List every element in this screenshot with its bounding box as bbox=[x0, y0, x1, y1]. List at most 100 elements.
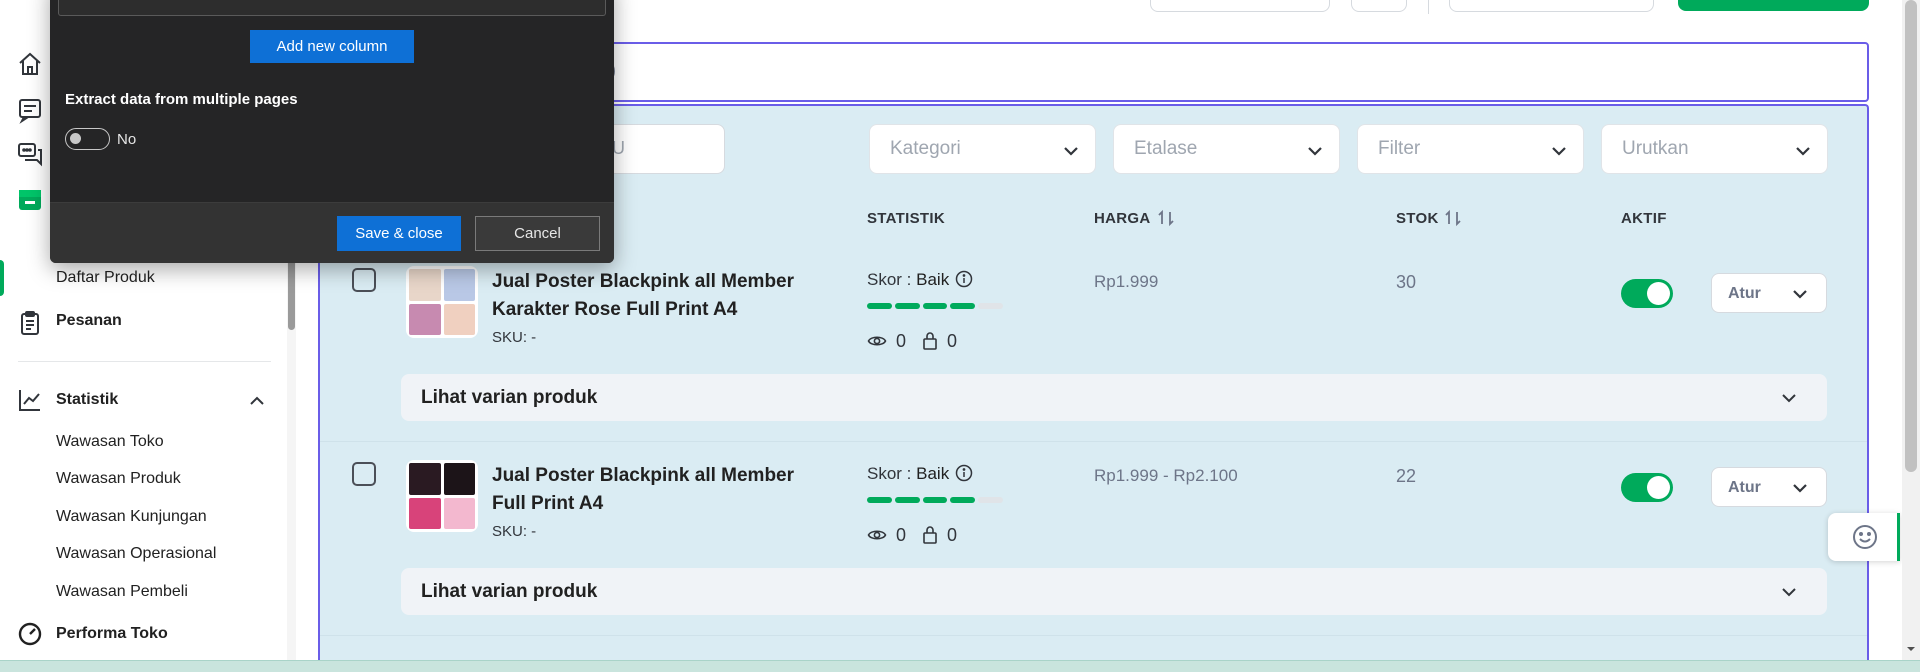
row-separator bbox=[320, 635, 1867, 636]
store-icon[interactable] bbox=[16, 186, 44, 214]
sidebar-item-pesanan[interactable]: Pesanan bbox=[56, 312, 122, 330]
product-stock[interactable]: 22 bbox=[1396, 466, 1416, 487]
urutkan-dropdown[interactable]: Urutkan bbox=[1601, 124, 1828, 174]
kategori-dropdown[interactable]: Kategori bbox=[869, 124, 1096, 174]
column-header-harga[interactable]: HARGA bbox=[1094, 210, 1151, 227]
sidebar-item-wawasan-pembeli[interactable]: Wawasan Pembeli bbox=[56, 583, 188, 601]
extract-multiple-pages-label: Extract data from multiple pages bbox=[65, 91, 298, 108]
chart-icon bbox=[19, 390, 40, 411]
atur-label: Atur bbox=[1728, 479, 1761, 496]
product-price[interactable]: Rp1.999 - Rp2.100 bbox=[1094, 466, 1238, 486]
home-icon[interactable] bbox=[16, 50, 44, 78]
variant-expander[interactable]: Lihat varian produk bbox=[401, 374, 1827, 421]
column-header-aktif: AKTIF bbox=[1621, 210, 1667, 227]
score-text: Skor : Baik bbox=[867, 464, 950, 483]
dropdown-label: Filter bbox=[1378, 138, 1421, 159]
dialog-footer: Save & close Cancel bbox=[50, 202, 614, 263]
sidebar-item-wawasan-toko[interactable]: Wawasan Toko bbox=[56, 433, 164, 451]
eye-icon bbox=[867, 530, 887, 540]
multi-page-toggle-label: No bbox=[117, 131, 137, 148]
filter-dropdown[interactable]: Filter bbox=[1357, 124, 1584, 174]
sidebar-item-daftar-produk[interactable]: Daftar Produk bbox=[56, 269, 155, 287]
active-toggle[interactable] bbox=[1621, 279, 1673, 308]
cancel-button[interactable]: Cancel bbox=[475, 216, 600, 251]
variant-label: Lihat varian produk bbox=[421, 581, 598, 602]
sidebar-scrollbar-thumb[interactable] bbox=[288, 254, 295, 330]
row-separator bbox=[320, 441, 1867, 442]
active-toggle[interactable] bbox=[1621, 473, 1673, 502]
extract-settings-dialog: Add new column Extract data from multipl… bbox=[50, 0, 614, 263]
smiley-icon bbox=[1853, 525, 1877, 549]
column-name-input[interactable] bbox=[58, 0, 606, 16]
column-header-stok[interactable]: STOK bbox=[1396, 210, 1439, 227]
eye-icon bbox=[867, 336, 887, 346]
taskbar-strip bbox=[0, 660, 1920, 672]
active-indicator bbox=[0, 260, 4, 296]
chevron-down-icon bbox=[1552, 147, 1566, 156]
info-icon[interactable] bbox=[955, 464, 973, 482]
secondary-action-button[interactable] bbox=[1449, 0, 1654, 12]
row-checkbox[interactable] bbox=[352, 268, 376, 292]
bag-icon bbox=[923, 332, 937, 350]
add-new-column-button[interactable]: Add new column bbox=[250, 30, 414, 63]
dropdown-label: Urutkan bbox=[1622, 138, 1689, 159]
chevron-down-icon bbox=[1796, 147, 1810, 156]
settings-button[interactable] bbox=[1351, 0, 1407, 12]
score-bar bbox=[867, 497, 1003, 503]
views-count: 0 bbox=[896, 525, 907, 545]
etalase-dropdown[interactable]: Etalase bbox=[1113, 124, 1340, 174]
chevron-up-icon[interactable] bbox=[247, 391, 267, 411]
dropdown-label: Etalase bbox=[1134, 138, 1198, 159]
scroll-down-arrow-icon[interactable] bbox=[1906, 644, 1916, 654]
variant-expander[interactable]: Lihat varian produk bbox=[401, 568, 1827, 615]
bag-icon bbox=[923, 526, 937, 544]
info-icon[interactable] bbox=[955, 270, 973, 288]
row-checkbox[interactable] bbox=[352, 462, 376, 486]
product-name[interactable]: Jual Poster Blackpink all Member Karakte… bbox=[492, 268, 832, 324]
product-sku: SKU: - bbox=[492, 329, 537, 346]
dropdown-label: Kategori bbox=[890, 138, 961, 159]
views-count: 0 bbox=[896, 331, 907, 351]
chevron-down-icon bbox=[1793, 484, 1807, 493]
sidebar-item-wawasan-kunjungan[interactable]: Wawasan Kunjungan bbox=[56, 508, 207, 526]
product-stock[interactable]: 30 bbox=[1396, 272, 1416, 293]
sidebar-item-wawasan-operasional[interactable]: Wawasan Operasional bbox=[56, 545, 216, 563]
toggle-knob bbox=[1647, 476, 1670, 499]
column-header-statistik: STATISTIK bbox=[867, 210, 945, 227]
chevron-down-icon bbox=[1793, 290, 1807, 299]
focused-text-field[interactable] bbox=[480, 42, 1869, 102]
toggle-knob bbox=[1647, 282, 1670, 305]
product-price[interactable]: Rp1.999 bbox=[1094, 272, 1158, 292]
product-thumbnail[interactable] bbox=[406, 460, 478, 532]
chevron-down-icon bbox=[1064, 147, 1078, 156]
atur-label: Atur bbox=[1728, 285, 1761, 302]
chat-icon[interactable] bbox=[16, 140, 44, 168]
atur-button[interactable]: Atur bbox=[1711, 273, 1827, 313]
sort-icon[interactable] bbox=[1444, 209, 1462, 227]
sidebar-item-statistik[interactable]: Statistik bbox=[56, 391, 118, 409]
feedback-button[interactable] bbox=[1828, 513, 1900, 561]
save-close-button[interactable]: Save & close bbox=[337, 216, 461, 251]
product-name[interactable]: Jual Poster Blackpink all Member Full Pr… bbox=[492, 462, 832, 518]
multi-page-toggle[interactable] bbox=[65, 128, 110, 150]
score-bar bbox=[867, 303, 1003, 309]
toolbar-separator bbox=[1428, 0, 1429, 14]
sidebar-item-performa-toko[interactable]: Performa Toko bbox=[56, 625, 168, 643]
date-filter-button[interactable] bbox=[1150, 0, 1330, 12]
chevron-down-icon bbox=[1782, 394, 1796, 403]
variant-label: Lihat varian produk bbox=[421, 387, 598, 408]
speedometer-icon bbox=[18, 622, 42, 646]
sidebar-divider bbox=[18, 361, 271, 362]
atur-button[interactable]: Atur bbox=[1711, 467, 1827, 507]
chevron-down-icon bbox=[1308, 147, 1322, 156]
sort-icon[interactable] bbox=[1157, 209, 1175, 227]
product-thumbnail[interactable] bbox=[406, 266, 478, 338]
product-sku: SKU: - bbox=[492, 523, 537, 540]
primary-action-button[interactable] bbox=[1678, 0, 1869, 11]
sidebar-item-wawasan-produk[interactable]: Wawasan Produk bbox=[56, 470, 181, 488]
toggle-knob bbox=[70, 133, 81, 144]
notes-icon[interactable] bbox=[16, 96, 44, 124]
clipboard-icon bbox=[21, 311, 39, 335]
chevron-down-icon bbox=[1782, 588, 1796, 597]
page-scrollbar-thumb[interactable] bbox=[1905, 0, 1917, 472]
